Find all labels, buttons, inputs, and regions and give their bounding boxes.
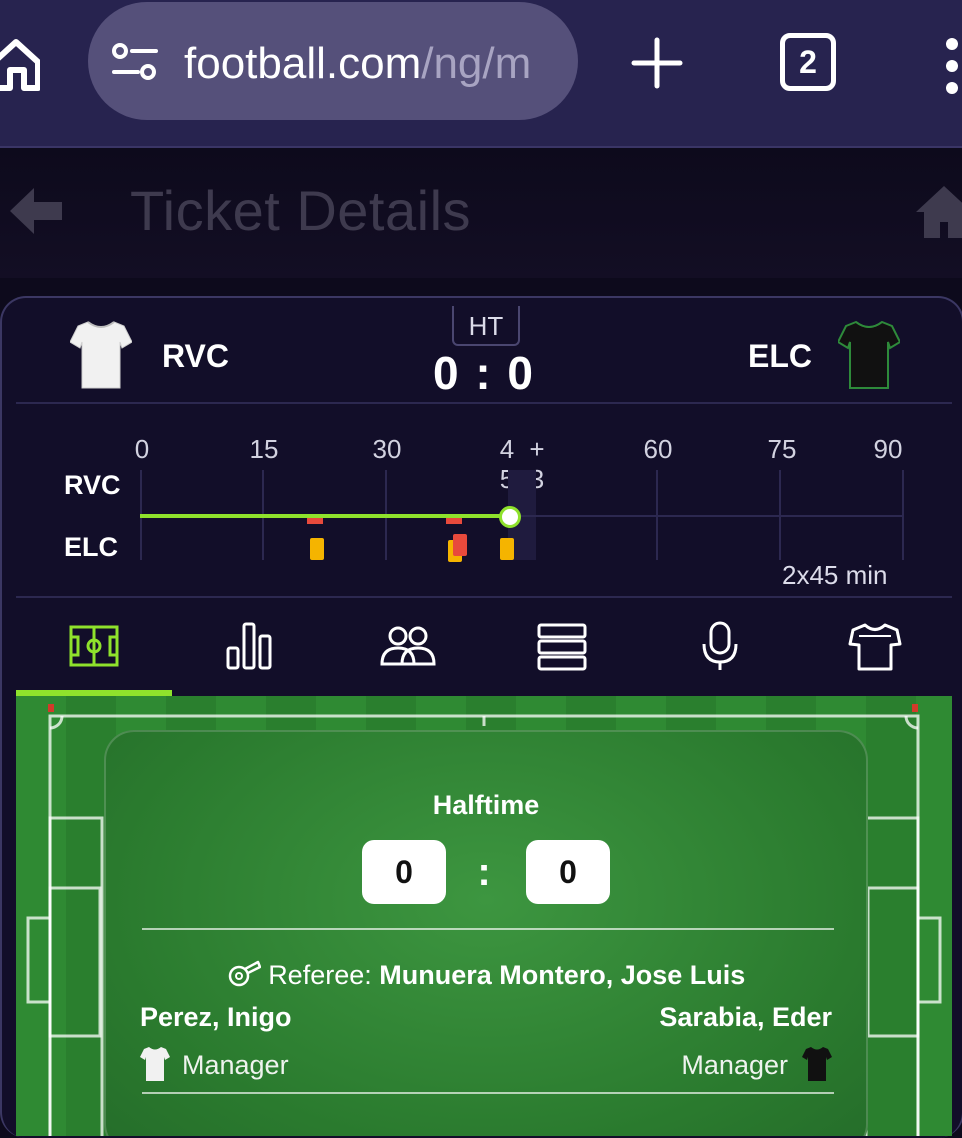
microphone-icon	[702, 621, 738, 670]
tab-pitch[interactable]	[16, 602, 172, 696]
pitch-view: Halftime 0 : 0 Referee: Munuera Montero,…	[16, 696, 952, 1136]
page-title: Ticket Details	[130, 179, 472, 242]
tab-commentary[interactable]	[640, 602, 796, 696]
home-manager-name: Perez, Inigo	[140, 1002, 292, 1032]
tab-stats[interactable]	[172, 602, 328, 696]
timeline-tick: 75	[767, 434, 797, 464]
manager-role-label: Manager	[182, 1050, 289, 1080]
home-icon[interactable]	[914, 184, 962, 240]
referee-name: Munuera Montero, Jose Luis	[379, 960, 746, 990]
more-menu-icon[interactable]	[942, 38, 962, 94]
back-arrow-icon[interactable]	[8, 186, 64, 236]
lineups-icon	[380, 626, 436, 666]
red-card-icon[interactable]	[453, 534, 467, 556]
away-jersey-icon	[802, 1047, 832, 1081]
event-marker	[307, 518, 323, 524]
away-score-box: 0	[526, 840, 610, 904]
pitch-icon	[69, 625, 119, 667]
timeline-tick: 15	[249, 434, 279, 464]
summary-divider	[142, 1092, 834, 1094]
manager-role-label: Manager	[681, 1050, 788, 1080]
yellow-card-icon[interactable]	[310, 538, 324, 560]
tab-kits[interactable]	[796, 602, 952, 696]
away-manager-role: Manager	[681, 1046, 832, 1082]
away-jersey-icon	[838, 320, 900, 389]
match-duration: 2x45 min	[782, 560, 888, 590]
timeline-tick: 30	[372, 434, 402, 464]
stats-icon	[226, 622, 272, 670]
period-label: Halftime	[432, 790, 540, 820]
new-tab-icon[interactable]	[630, 36, 684, 90]
referee-label: Referee:	[268, 960, 372, 990]
url-host: football.com	[184, 39, 422, 88]
tab-switcher-button[interactable]: 2	[780, 33, 836, 91]
whistle-icon	[228, 960, 261, 987]
timeline-home-label: RVC	[64, 470, 121, 500]
referee-line: Referee: Munuera Montero, Jose Luis	[106, 958, 866, 991]
app-header: Ticket Details	[0, 148, 962, 278]
tab-lineups[interactable]	[328, 602, 484, 696]
url-text[interactable]: football.com/ng/m	[184, 36, 560, 92]
home-jersey-icon	[140, 1047, 170, 1081]
jersey-icon	[848, 623, 902, 671]
match-card: RVC HT 0 : 0 ELC 0 15 30 4 5 + 3 60 75 9…	[0, 296, 962, 1138]
match-tabs	[16, 602, 952, 696]
table-icon	[537, 623, 587, 671]
timeline-tick: 60	[643, 434, 673, 464]
header-divider	[16, 402, 952, 404]
timeline-away-label: ELC	[64, 532, 118, 562]
timeline-divider	[16, 596, 952, 598]
timeline-current-marker	[499, 506, 521, 528]
home-score-box: 0	[362, 840, 446, 904]
home-team-name: RVC	[162, 338, 229, 374]
tab-standings[interactable]	[484, 602, 640, 696]
halftime-summary-panel: Halftime 0 : 0 Referee: Munuera Montero,…	[104, 730, 868, 1136]
away-manager-name: Sarabia, Eder	[659, 1002, 832, 1032]
timeline-tick: 90	[873, 434, 903, 464]
summary-divider	[142, 928, 834, 930]
browser-toolbar: football.com/ng/m 2	[0, 0, 962, 148]
browser-home-icon[interactable]	[0, 36, 40, 92]
match-status-badge: HT	[452, 306, 520, 346]
home-jersey-icon	[70, 321, 132, 389]
url-path: /ng/m	[421, 39, 532, 88]
match-score: 0 : 0	[432, 347, 536, 399]
away-team-name: ELC	[748, 338, 812, 374]
site-settings-icon[interactable]	[110, 42, 160, 82]
score-separator: :	[477, 850, 491, 894]
address-bar[interactable]: football.com/ng/m	[88, 2, 578, 120]
timeline-tick: 0	[134, 434, 150, 464]
home-manager-role: Manager	[140, 1046, 289, 1082]
yellow-card-icon[interactable]	[500, 538, 514, 560]
event-marker	[446, 518, 462, 524]
